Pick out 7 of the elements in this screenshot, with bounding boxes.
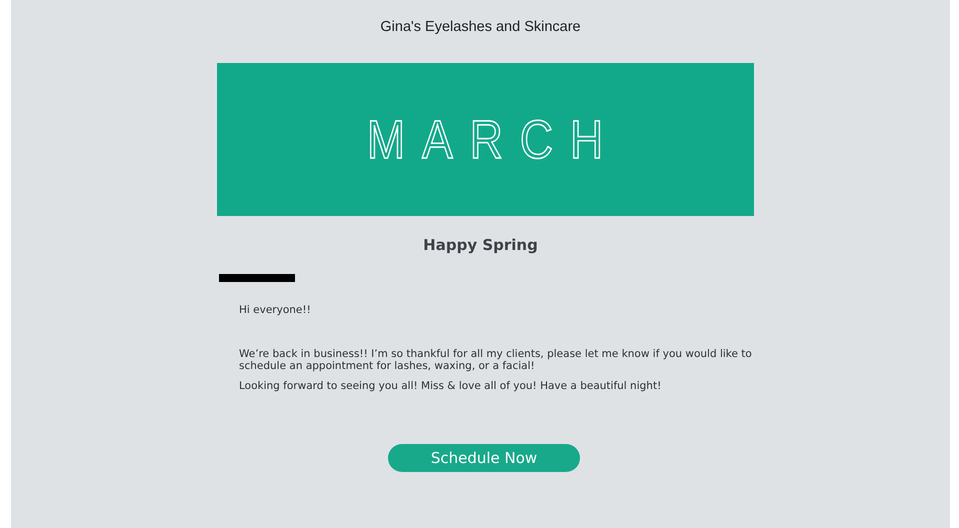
paragraph: Looking forward to seeing you all! Miss & love all of you! Have a beautiful night! xyxy=(239,380,662,392)
banner-title: MARCH xyxy=(366,112,620,166)
schedule-button[interactable]: Schedule Now xyxy=(388,444,580,472)
paragraph: We’re back in business!! I’m so thankful for all my clients, please let me know if you would like to schedule an appointment for lashes, waxing, or a facial! xyxy=(239,348,753,372)
heading: Happy Spring xyxy=(423,236,538,254)
business-name: Gina's Eyelashes and Skincare xyxy=(380,19,581,35)
paragraph: Hi everyone!! xyxy=(239,304,312,316)
